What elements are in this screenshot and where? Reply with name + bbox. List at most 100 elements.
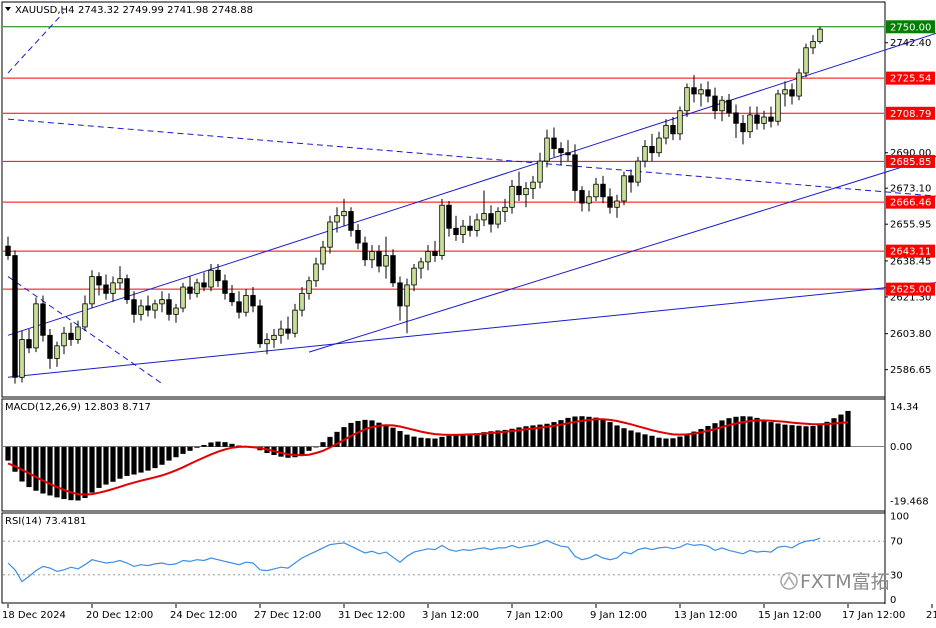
macd-bar bbox=[327, 436, 333, 447]
macd-bar bbox=[201, 444, 207, 447]
candle-body bbox=[607, 196, 613, 208]
price-tick-label: 2655.95 bbox=[890, 220, 931, 231]
candle-body bbox=[47, 334, 53, 359]
candle-body bbox=[215, 269, 221, 282]
candle-body bbox=[789, 89, 795, 97]
candle-body bbox=[705, 89, 711, 97]
candle-body bbox=[103, 284, 109, 294]
macd-bar bbox=[789, 425, 795, 447]
level-price-labels: 2750.00 2725.54 2708.79 2685.85 2666.46 2643.… bbox=[886, 20, 935, 296]
macd-bar bbox=[166, 446, 172, 461]
macd-bar bbox=[474, 433, 480, 447]
candle-body bbox=[642, 146, 648, 162]
candle bbox=[439, 198, 445, 260]
candle-body bbox=[397, 282, 403, 307]
time-tick-label: 15 Jan 12:00 bbox=[758, 610, 821, 621]
candle-body bbox=[292, 309, 298, 334]
candle-body bbox=[698, 89, 704, 95]
candle-body bbox=[768, 116, 774, 122]
candle-body bbox=[761, 116, 767, 124]
candle-body bbox=[75, 326, 81, 340]
macd-bar bbox=[446, 435, 452, 447]
candle bbox=[796, 68, 802, 101]
candle bbox=[124, 274, 130, 304]
macd-bar bbox=[453, 434, 459, 447]
symbol-label: XAUUSD,H4 bbox=[15, 5, 74, 16]
macd-bar bbox=[824, 421, 830, 447]
chart-window: 2742.40 2690.00 2673.10 2655.95 2638.45 2621.… bbox=[0, 0, 936, 624]
macd-bar bbox=[26, 446, 32, 488]
macd-bar bbox=[768, 422, 774, 447]
macd-bar bbox=[432, 438, 438, 447]
time-tick-label: 17 Jan 12:00 bbox=[842, 610, 905, 621]
macd-bar bbox=[187, 446, 193, 451]
candle-body bbox=[390, 255, 396, 284]
candle-body bbox=[628, 175, 634, 183]
macd-bar bbox=[152, 446, 158, 469]
macd-bar bbox=[593, 417, 599, 447]
candle-body bbox=[558, 148, 564, 154]
candle-body bbox=[208, 269, 214, 288]
watermark-text: FXTM富拓 bbox=[800, 571, 890, 593]
candle-body bbox=[551, 137, 557, 149]
candle-body bbox=[313, 263, 319, 282]
candle-body bbox=[26, 339, 32, 349]
macd-bar bbox=[369, 420, 375, 447]
candle-body bbox=[670, 125, 676, 135]
candle-body bbox=[12, 255, 18, 378]
candle-body bbox=[740, 122, 746, 133]
time-tick-label: 7 Jan 12:00 bbox=[506, 610, 563, 621]
macd-bar bbox=[614, 425, 620, 447]
level-price-text: 2708.79 bbox=[890, 109, 931, 120]
candle-body bbox=[236, 301, 242, 313]
price-tick-label: 2603.80 bbox=[890, 329, 931, 340]
macd-bar bbox=[628, 430, 634, 447]
candle-body bbox=[264, 339, 270, 345]
candle-body bbox=[726, 99, 732, 114]
candle-body bbox=[5, 245, 11, 256]
macd-bar bbox=[418, 437, 424, 447]
macd-bar bbox=[341, 427, 347, 447]
candle-body bbox=[229, 292, 235, 303]
macd-bar bbox=[425, 438, 431, 447]
macd-bar bbox=[719, 420, 725, 447]
candle-body bbox=[775, 93, 781, 122]
candle-body bbox=[306, 280, 312, 294]
candle-body bbox=[530, 181, 536, 189]
macd-bar bbox=[810, 425, 816, 447]
candle-body bbox=[180, 286, 186, 309]
candle-body bbox=[152, 303, 158, 311]
level-price-text: 2725.54 bbox=[890, 74, 931, 85]
macd-bar bbox=[194, 446, 200, 448]
macd-bar bbox=[306, 446, 312, 451]
level-price-text: 2685.85 bbox=[890, 157, 931, 168]
time-tick-label: 20 Dec 12:00 bbox=[86, 610, 153, 621]
macd-bar bbox=[817, 424, 823, 447]
macd-bar bbox=[138, 446, 144, 473]
macd-tick-label: 14.34 bbox=[890, 402, 919, 413]
chart-canvas[interactable]: 2742.402690.002673.102655.952638.452621.… bbox=[0, 0, 936, 624]
macd-bar bbox=[586, 416, 592, 447]
macd-bar bbox=[838, 414, 844, 447]
time-tick-label: 9 Jan 12:00 bbox=[590, 610, 647, 621]
rsi-label: RSI(14) 73.4181 bbox=[5, 516, 86, 527]
macd-bar bbox=[726, 418, 732, 447]
macd-bar bbox=[383, 424, 389, 447]
macd-bar bbox=[299, 446, 305, 455]
macd-bar bbox=[320, 442, 326, 447]
candle-body bbox=[719, 99, 725, 112]
macd-tick-label: -19.468 bbox=[890, 496, 929, 507]
macd-bar bbox=[89, 446, 95, 493]
candle-body bbox=[572, 154, 578, 191]
candle-body bbox=[796, 72, 802, 97]
macd-bar bbox=[159, 446, 165, 465]
macd-bar bbox=[642, 434, 648, 447]
candle-body bbox=[460, 225, 466, 235]
macd-bar bbox=[75, 446, 81, 501]
candle-body bbox=[54, 345, 60, 359]
candle-body bbox=[691, 87, 697, 95]
candle bbox=[621, 171, 627, 206]
price-pane-frame bbox=[1, 1, 886, 398]
macd-bar bbox=[775, 423, 781, 447]
macd-bar bbox=[460, 434, 466, 447]
